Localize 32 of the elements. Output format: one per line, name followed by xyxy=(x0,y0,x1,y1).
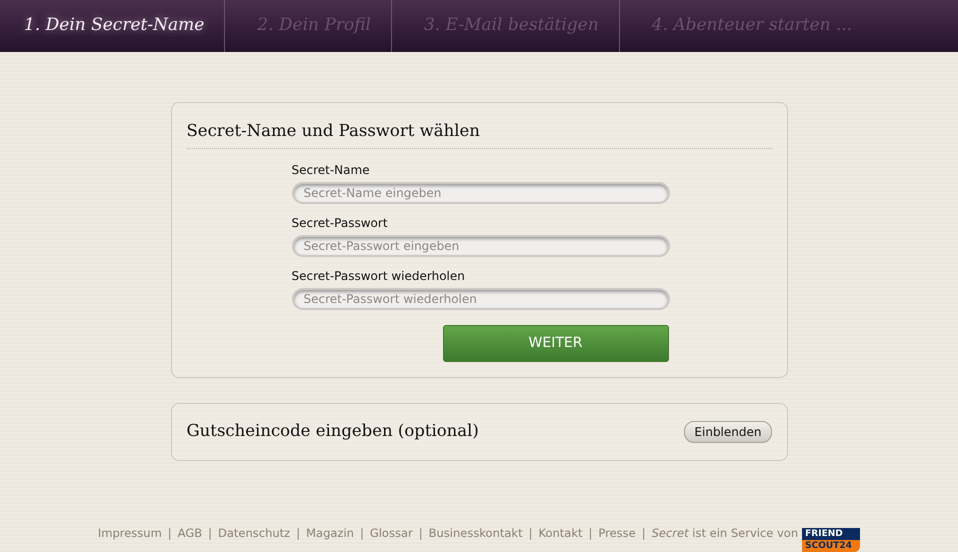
field-label: Secret-Name xyxy=(292,162,371,179)
step-tab[interactable]: 3. E-Mail bestätigen xyxy=(392,0,620,52)
separator: | xyxy=(296,524,300,542)
separator: | xyxy=(360,524,364,542)
footer-text: Secret ist ein Service von xyxy=(652,524,798,542)
separator: | xyxy=(418,524,423,542)
next-button[interactable]: WEITER xyxy=(442,324,668,362)
footer-link[interactable]: Datenschutz xyxy=(218,524,290,542)
step-tab[interactable]: 1. Dein Secret-Name xyxy=(0,0,226,52)
footer-link[interactable]: Kontakt xyxy=(538,524,583,542)
footer-link[interactable]: Presse xyxy=(598,524,636,542)
footer-link[interactable]: Impressum xyxy=(98,524,162,542)
separator: | xyxy=(528,524,532,542)
panel-title: Secret-Name und Passwort wählen xyxy=(186,120,481,142)
input-field[interactable]: Secret-Passwort eingeben xyxy=(292,234,670,257)
step-tab[interactable]: 2. Dein Profil xyxy=(225,0,392,52)
panel-title: Gutscheincode eingeben (optional) xyxy=(186,420,479,442)
footer-link[interactable]: Magazin xyxy=(306,524,354,542)
footer-link[interactable]: AGB xyxy=(178,524,202,542)
brand-logo: FRIEND SCOUT24 xyxy=(802,528,860,552)
separator: | xyxy=(208,524,212,542)
separator: | xyxy=(588,524,592,542)
step-tab[interactable]: 4. Abenteuer starten ... xyxy=(620,0,872,52)
input-field[interactable]: Secret-Name eingeben xyxy=(292,182,670,204)
separator: | xyxy=(642,524,646,542)
field-label: Secret-Passwort wiederholen xyxy=(292,268,466,285)
show-button[interactable]: Einblenden xyxy=(684,420,772,443)
input-field[interactable]: Secret-Passwort wiederholen xyxy=(292,288,670,310)
footer-link[interactable]: Glossar xyxy=(370,524,413,542)
separator: | xyxy=(168,524,172,542)
field-label: Secret-Passwort xyxy=(292,214,389,232)
footer-link[interactable]: Businesskontakt xyxy=(428,524,523,542)
